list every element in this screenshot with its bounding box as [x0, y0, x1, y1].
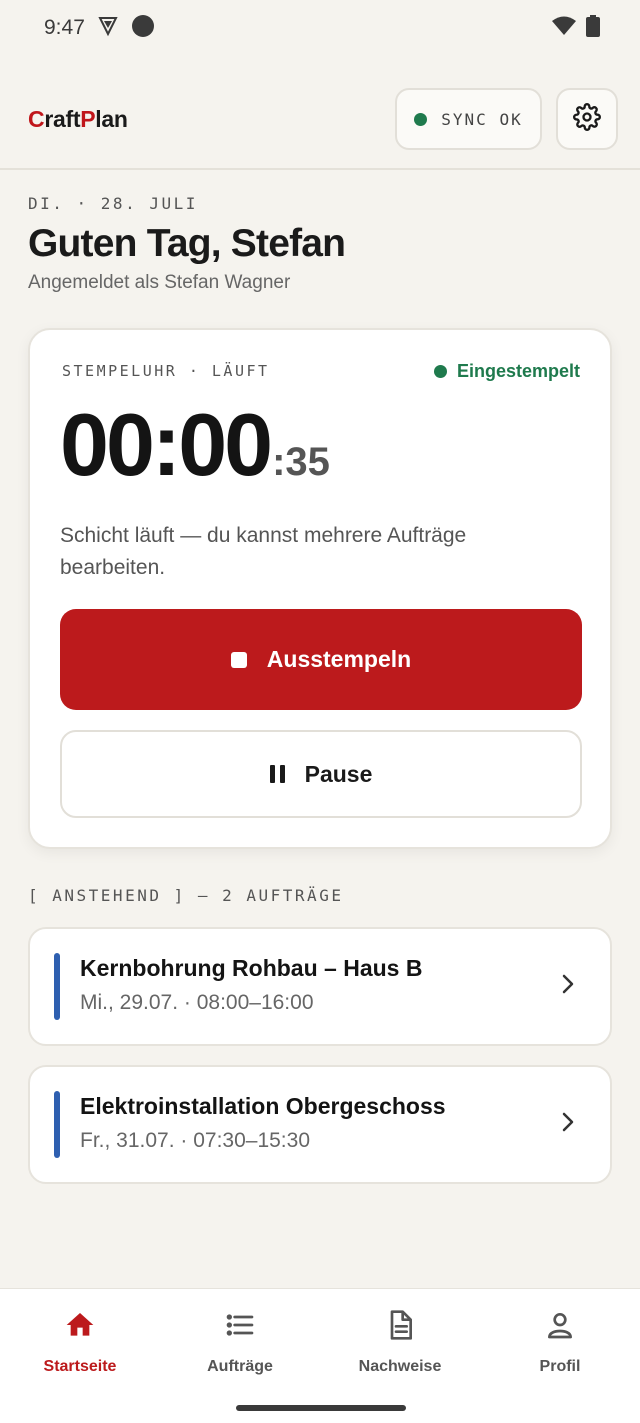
job-time: Mi., 29.07. · 08:00–16:00: [80, 991, 314, 1014]
nav-label: Startseite: [43, 1358, 117, 1375]
nav-item-auftraege[interactable]: Aufträge: [160, 1289, 320, 1423]
clock-status-badge: Eingestempelt: [433, 361, 580, 382]
job-time: Fr., 31.07. · 07:30–15:30: [80, 1129, 310, 1152]
list-icon: [224, 1309, 256, 1346]
notification-dot-icon: [131, 14, 155, 43]
time-clock-heading: STEMPELUHR · LÄUFT: [62, 362, 270, 380]
logged-in-label: Angemeldet als Stefan Wagner: [28, 272, 291, 293]
home-indicator[interactable]: [236, 1405, 406, 1411]
job-card[interactable]: Kernbohrung Rohbau – Haus B Mi., 29.07. …: [28, 927, 612, 1046]
shift-description: Schicht läuft — du kannst mehrere Aufträ…: [60, 524, 467, 579]
battery-icon: [586, 14, 600, 42]
nav-label: Aufträge: [207, 1358, 273, 1375]
job-title: Kernbohrung Rohbau – Haus B: [80, 955, 423, 981]
job-title: Elektroinstallation Obergeschoss: [80, 1093, 446, 1119]
page-title: Guten Tag, Stefan: [28, 222, 346, 265]
sync-label: SYNC OK: [441, 109, 523, 129]
elapsed-time-seconds: :35: [272, 440, 330, 484]
pause-icon: [269, 765, 285, 783]
clock-out-button[interactable]: Ausstempeln: [60, 609, 582, 710]
chevron-right-icon: [560, 1110, 576, 1139]
bottom-navigation: Startseite Aufträge Nachweise Profil: [0, 1288, 640, 1423]
sync-ok-dot-icon: [414, 112, 428, 126]
status-dot-icon: [433, 365, 447, 378]
upcoming-section-title: [ ANSTEHEND ] — 2 AUFTRÄGE: [28, 886, 344, 905]
date-label: DI. · 28. JULI: [28, 194, 198, 213]
nav-label: Profil: [539, 1358, 581, 1375]
chevron-right-icon: [560, 972, 576, 1001]
status-bar: 9:47: [0, 0, 640, 56]
sync-status-button[interactable]: SYNC OK: [395, 88, 542, 150]
vpn-shield-icon: [97, 15, 119, 42]
nav-item-startseite[interactable]: Startseite: [0, 1289, 160, 1423]
elapsed-time-main: 00:00: [60, 395, 273, 494]
nav-label: Nachweise: [358, 1358, 442, 1375]
job-accent-bar: [54, 953, 60, 1020]
wifi-icon: [552, 16, 576, 41]
time-clock-card: STEMPELUHR · LÄUFT Eingestempelt 00:00 :…: [28, 328, 612, 849]
person-icon: [544, 1309, 576, 1346]
stop-icon: [230, 651, 247, 668]
job-card[interactable]: Elektroinstallation Obergeschoss Fr., 31…: [28, 1065, 612, 1184]
settings-button[interactable]: [556, 88, 618, 150]
document-icon: [384, 1309, 416, 1346]
job-accent-bar: [54, 1091, 60, 1158]
clock-out-label: Ausstempeln: [266, 646, 412, 672]
elapsed-time: 00:00 :35: [60, 394, 330, 496]
app-header: CraftPlan SYNC OK: [0, 70, 640, 170]
home-icon: [64, 1309, 96, 1346]
clock-status-label: Eingestempelt: [456, 361, 580, 381]
brand-logo: CraftPlan: [28, 105, 128, 132]
nav-item-nachweise[interactable]: Nachweise: [320, 1289, 480, 1423]
nav-item-profil[interactable]: Profil: [480, 1289, 640, 1423]
pause-button[interactable]: Pause: [60, 730, 582, 818]
status-time: 9:47: [44, 16, 85, 39]
gear-icon: [573, 102, 601, 136]
pause-label: Pause: [304, 760, 373, 787]
